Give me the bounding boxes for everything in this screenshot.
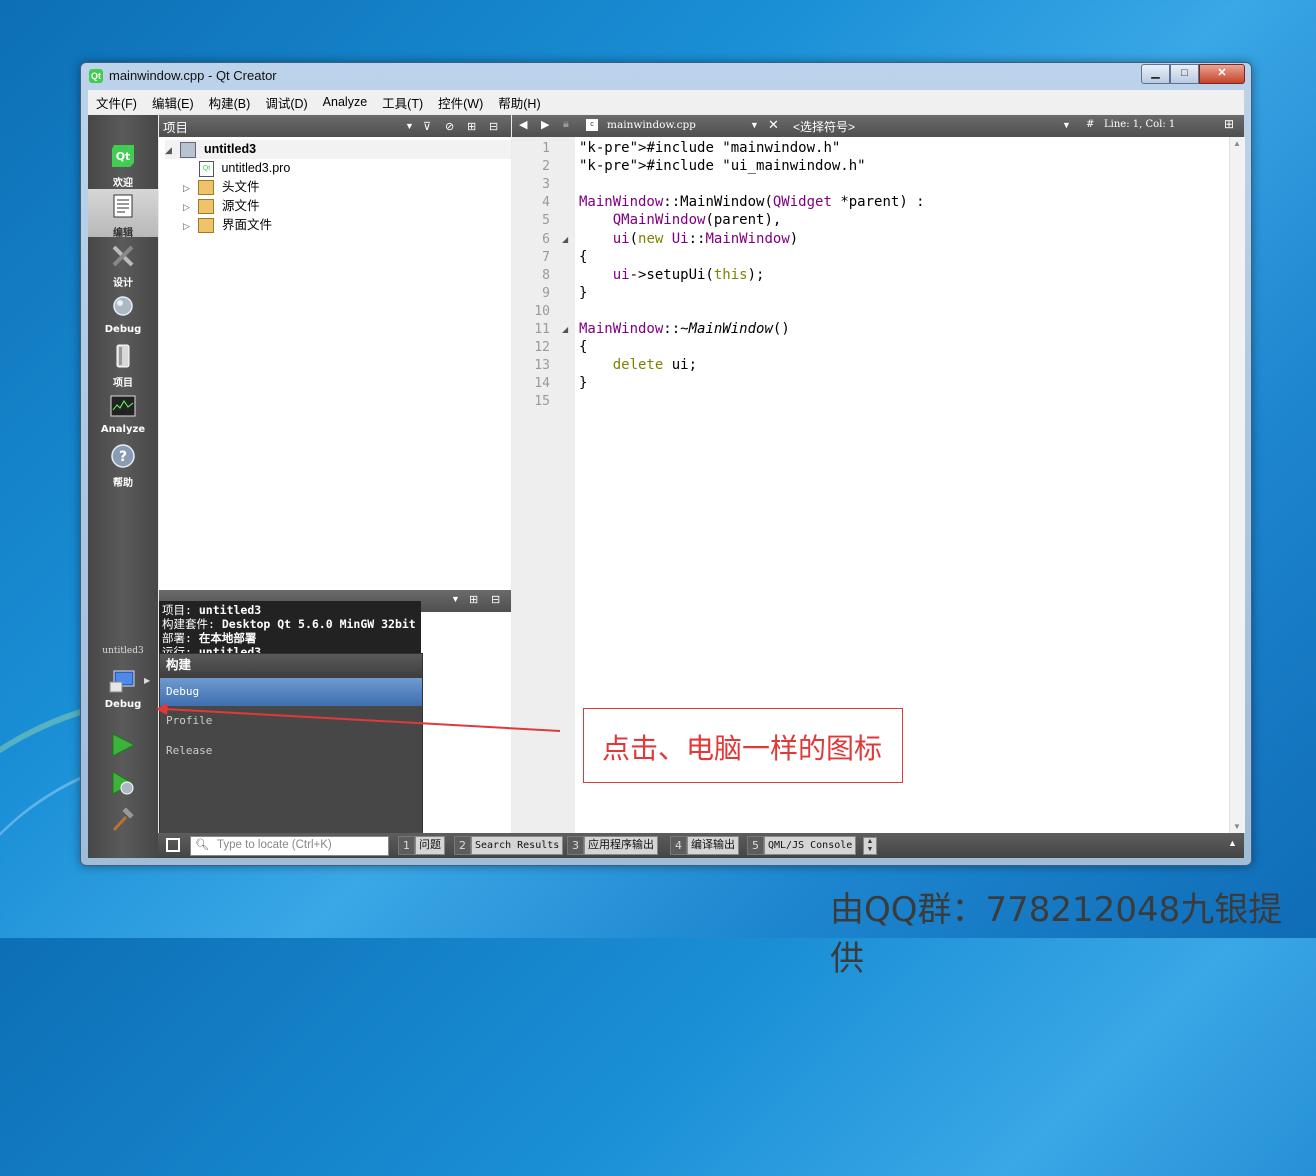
annotation-box: 点击、电脑一样的图标 xyxy=(583,708,903,783)
annotation-text: 点击、电脑一样的图标 xyxy=(602,732,883,765)
annotation-arrow xyxy=(156,703,561,732)
watermark: 由QQ群：778212048九银提供 xyxy=(830,890,1283,979)
